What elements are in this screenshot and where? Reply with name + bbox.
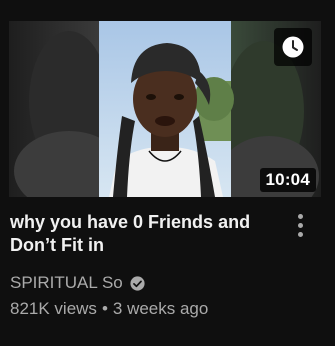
duration-badge: 10:04 [259, 168, 316, 192]
video-thumbnail[interactable]: 10:04 [9, 21, 321, 197]
video-metadata: 821K views • 3 weeks ago [10, 298, 208, 320]
video-title[interactable]: why you have 0 Friends and Don’t Fit in [10, 211, 278, 257]
clock-icon [282, 36, 304, 58]
upload-age: 3 weeks ago [112, 299, 209, 318]
channel-name: SPIRITUAL So [10, 273, 123, 292]
video-card[interactable]: 10:04 why you have 0 Friends and Don’t F… [0, 0, 335, 346]
more-vertical-icon [297, 213, 303, 219]
channel-link[interactable]: SPIRITUAL So [10, 272, 146, 294]
more-actions-button[interactable] [289, 208, 311, 242]
verified-check-icon [130, 275, 145, 291]
view-count: 821K views [10, 299, 97, 318]
meta-separator: • [101, 299, 108, 318]
watch-later-button[interactable] [274, 28, 312, 66]
